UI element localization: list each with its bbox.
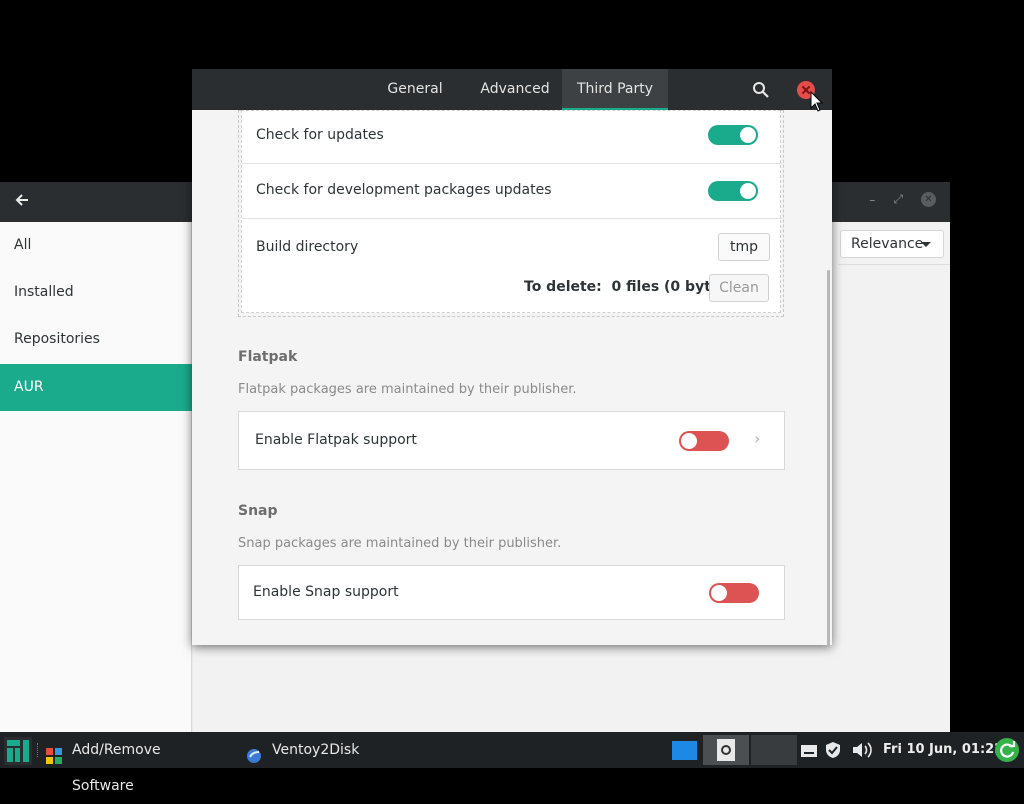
shield-icon[interactable] <box>825 741 841 759</box>
row-build-directory: Build directory tmp To delete: 0 files (… <box>242 219 782 314</box>
clock[interactable]: Fri 10 Jun, 01:22 <box>883 732 1003 768</box>
dialog-body: Check for updates Check for development … <box>192 110 832 645</box>
build-directory-label: Build directory <box>256 239 359 255</box>
close-icon[interactable]: ✕ <box>921 192 936 207</box>
sort-select-value: Relevance <box>851 236 924 252</box>
check-dev-updates-label: Check for development packages updates <box>256 182 552 198</box>
package-manager-icon <box>46 742 62 764</box>
workspace-1-icon[interactable] <box>672 741 697 760</box>
enable-snap-label: Enable Snap support <box>253 584 399 600</box>
back-arrow-icon[interactable] <box>14 192 40 212</box>
minimize-icon[interactable]: – <box>869 193 875 207</box>
sidebar: All Installed Repositories AUR <box>0 222 192 732</box>
workspace-3[interactable] <box>751 735 797 765</box>
enable-flatpak-toggle[interactable] <box>679 431 729 451</box>
dialog-header: General Advanced Third Party <box>192 69 832 112</box>
build-directory-button[interactable]: tmp <box>718 233 770 261</box>
volume-icon[interactable] <box>852 741 874 759</box>
search-icon[interactable] <box>750 79 772 101</box>
settings-app-icon <box>717 739 735 761</box>
flatpak-section-description: Flatpak packages are maintained by their… <box>238 382 577 397</box>
window-controls: – ⤢ ✕ <box>869 192 936 207</box>
divider <box>838 264 950 265</box>
workspace-2[interactable] <box>703 735 749 765</box>
aur-settings-card: Check for updates Check for development … <box>241 110 782 314</box>
task-label: Ventoy2Disk <box>272 742 360 758</box>
taskbar: Add/Remove Software Ventoy2Disk Fri 10 J… <box>0 732 1024 794</box>
enable-flatpak-label: Enable Flatpak support <box>255 432 417 448</box>
to-delete-files: 0 files <box>611 279 660 295</box>
sidebar-item-aur[interactable]: AUR <box>0 364 192 411</box>
divider <box>37 743 39 757</box>
clean-button[interactable]: Clean <box>709 274 769 302</box>
row-check-updates: Check for updates <box>242 111 782 163</box>
to-delete-label: To delete: <box>524 279 602 295</box>
sidebar-item-repositories[interactable]: Repositories <box>0 316 192 363</box>
preferences-dialog: General Advanced Third Party Check for u… <box>192 69 832 645</box>
chevron-right-icon[interactable]: › <box>754 429 760 448</box>
scrollbar[interactable] <box>827 270 830 645</box>
snap-card: Enable Snap support <box>238 565 785 620</box>
to-delete-summary: To delete: 0 files (0 bytes) <box>524 279 735 295</box>
task-ventoy2disk[interactable]: Ventoy2Disk <box>246 732 386 768</box>
check-updates-toggle[interactable] <box>708 125 758 145</box>
row-check-dev-updates: Check for development packages updates <box>242 164 782 218</box>
flatpak-card[interactable]: Enable Flatpak support › <box>238 411 785 470</box>
tab-general[interactable]: General <box>372 69 458 110</box>
update-notifier-icon[interactable] <box>995 738 1019 762</box>
chevron-down-icon <box>921 242 931 247</box>
sidebar-item-all[interactable]: All <box>0 222 192 269</box>
keyboard-icon[interactable] <box>801 743 817 757</box>
tab-third-party[interactable]: Third Party <box>562 69 668 110</box>
maximize-icon[interactable]: ⤢ <box>893 192 903 207</box>
enable-snap-toggle[interactable] <box>709 583 759 603</box>
snap-section-description: Snap packages are maintained by their pu… <box>238 536 562 551</box>
snap-section-title: Snap <box>238 503 278 519</box>
sidebar-item-installed[interactable]: Installed <box>0 269 192 316</box>
sort-select[interactable]: Relevance <box>840 230 944 258</box>
task-add-remove-software[interactable]: Add/Remove Software <box>46 732 226 794</box>
ventoy-icon <box>246 742 262 763</box>
manjaro-menu-icon[interactable] <box>4 737 32 765</box>
check-updates-label: Check for updates <box>256 127 384 143</box>
check-dev-updates-toggle[interactable] <box>708 181 758 201</box>
flatpak-section-title: Flatpak <box>238 349 298 365</box>
tab-advanced[interactable]: Advanced <box>468 69 562 110</box>
task-label: Add/Remove Software <box>72 742 161 794</box>
